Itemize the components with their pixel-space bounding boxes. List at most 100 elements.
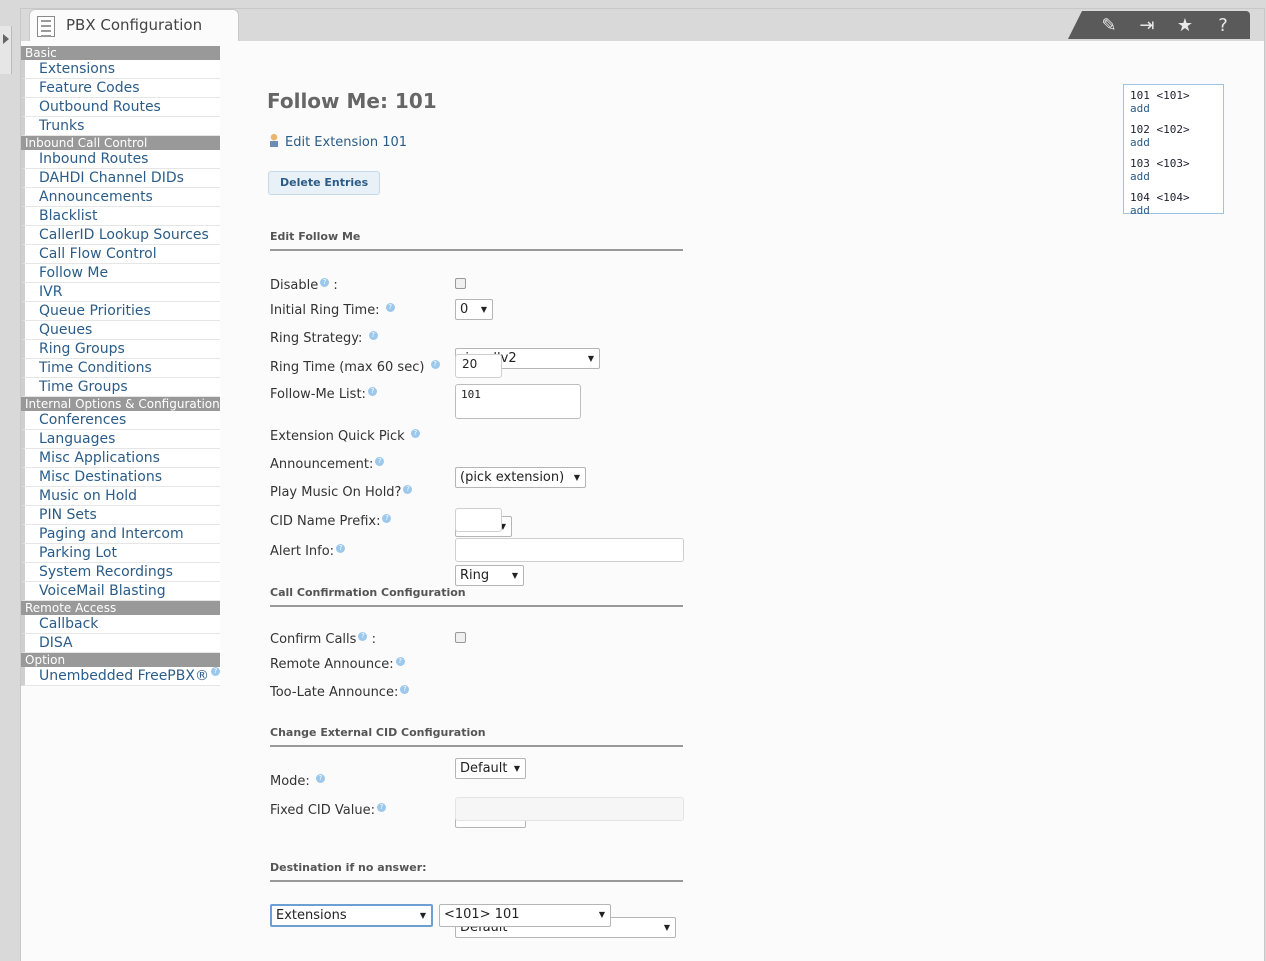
sidebar-item-ivr[interactable]: IVR: [21, 283, 220, 302]
help-icon[interactable]: ?: [320, 278, 330, 287]
help-icon[interactable]: ?: [382, 514, 392, 523]
initial-ring-select[interactable]: 0: [455, 299, 493, 320]
edit-icon[interactable]: ✎: [1095, 15, 1123, 36]
alert-info-input[interactable]: [455, 538, 684, 562]
sidebar-item-label: Paging and Intercom: [39, 526, 184, 542]
sidebar-item-label: Time Groups: [39, 379, 128, 395]
sidebar-item-follow-me[interactable]: Follow Me: [21, 264, 220, 283]
sidebar-item-unembedded-freepbx[interactable]: Unembedded FreePBX®?: [21, 667, 220, 686]
sidebar-item-call-flow-control[interactable]: Call Flow Control: [21, 245, 220, 264]
sidebar-item-languages[interactable]: Languages: [21, 430, 220, 449]
sidebar-item-callback[interactable]: Callback: [21, 615, 220, 634]
sidebar-item-label: Music on Hold: [39, 488, 138, 504]
help-icon[interactable]: ?: [395, 657, 405, 666]
ring-strategy-label: Ring Strategy: ?: [270, 331, 378, 346]
cid-prefix-label: CID Name Prefix:?: [270, 514, 392, 529]
sidebar-item-label: Conferences: [39, 412, 127, 428]
sidebar-item-time-conditions[interactable]: Time Conditions: [21, 359, 220, 378]
sidebar-section-header: Basic: [21, 46, 220, 60]
quick-pick-select[interactable]: (pick extension): [455, 467, 586, 488]
help-icon[interactable]: ?: [430, 360, 440, 369]
remote-announce-label: Remote Announce:?: [270, 657, 405, 672]
sidebar-item-ring-groups[interactable]: Ring Groups: [21, 340, 220, 359]
sidebar-item-label: Call Flow Control: [39, 246, 157, 262]
sidebar-item-feature-codes[interactable]: Feature Codes: [21, 79, 220, 98]
sidebar-item-time-groups[interactable]: Time Groups: [21, 378, 220, 397]
sidebar-item-queues[interactable]: Queues: [21, 321, 220, 340]
help-icon[interactable]: ?: [385, 303, 395, 312]
help-icon[interactable]: ?: [410, 429, 420, 438]
sidebar-item-voicemail-blasting[interactable]: VoiceMail Blasting: [21, 582, 220, 601]
extension-entry: 104 <104> add: [1130, 191, 1217, 217]
followme-list-label: Follow-Me List:?: [270, 387, 377, 402]
star-icon[interactable]: ★: [1171, 15, 1199, 36]
help-icon[interactable]: ?: [210, 667, 220, 676]
sidebar-item-misc-applications[interactable]: Misc Applications: [21, 449, 220, 468]
sidebar-item-misc-destinations[interactable]: Misc Destinations: [21, 468, 220, 487]
ring-time-label: Ring Time (max 60 sec) ?: [270, 360, 440, 375]
help-icon[interactable]: ?: [375, 457, 385, 466]
logout-icon[interactable]: ⇥: [1133, 15, 1161, 36]
ring-time-input[interactable]: 20: [455, 354, 502, 378]
remote-announce-select[interactable]: Default: [455, 758, 526, 779]
sidebar-item-trunks[interactable]: Trunks: [21, 117, 220, 136]
sidebar-item-dahdi-channel-dids[interactable]: DAHDI Channel DIDs: [21, 169, 220, 188]
disable-checkbox[interactable]: [455, 278, 466, 289]
help-icon[interactable]: ?: [315, 774, 325, 783]
help-icon[interactable]: ?: [336, 544, 346, 553]
sidebar-item-paging-and-intercom[interactable]: Paging and Intercom: [21, 525, 220, 544]
sidebar-item-label: Inbound Routes: [39, 151, 149, 167]
main-content: Follow Me: 101 Edit Extension 101 Delete…: [267, 89, 690, 938]
help-icon[interactable]: ?: [376, 803, 386, 812]
sidebar-item-label: DISA: [39, 635, 73, 651]
delete-entries-button[interactable]: Delete Entries: [268, 171, 381, 195]
help-icon[interactable]: ?: [1209, 15, 1237, 36]
followme-list-textarea[interactable]: 101: [455, 384, 581, 419]
sidebar-item-outbound-routes[interactable]: Outbound Routes: [21, 98, 220, 117]
extension-list: 101 <101> add 102 <102> add 103 <103> add 104 …: [1123, 84, 1224, 217]
help-icon[interactable]: ?: [400, 685, 410, 694]
add-extension-link[interactable]: add: [1130, 136, 1217, 149]
add-extension-link[interactable]: add: [1130, 102, 1217, 115]
edit-extension-link[interactable]: Edit Extension 101: [267, 133, 407, 150]
fixed-cid-input[interactable]: [455, 797, 684, 821]
confirm-calls-label: Confirm Calls? :: [270, 632, 376, 647]
sidebar-item-disa[interactable]: DISA: [21, 634, 220, 653]
mode-label: Mode: ?: [270, 774, 325, 789]
sidebar-item-label: Time Conditions: [39, 360, 152, 376]
help-icon[interactable]: ?: [403, 485, 413, 494]
add-extension-link[interactable]: add: [1130, 204, 1217, 217]
sidebar-item-callerid-lookup-sources[interactable]: CallerID Lookup Sources: [21, 226, 220, 245]
add-extension-link[interactable]: add: [1130, 170, 1217, 183]
cid-prefix-input[interactable]: [455, 508, 502, 532]
sidebar-nav: Basic Extensions Feature Codes Outbound Rou…: [21, 46, 220, 686]
help-icon[interactable]: ?: [367, 387, 377, 396]
extension-entry: 101 <101> add: [1130, 89, 1217, 115]
destination-type-select[interactable]: Extensions: [270, 904, 433, 927]
sidebar-item-queue-priorities[interactable]: Queue Priorities: [21, 302, 220, 321]
app-window: PBX Configuration ✎ ⇥ ★ ? Basic Extension…: [20, 8, 1265, 961]
help-icon[interactable]: ?: [358, 632, 368, 641]
extension-name: 103 <103>: [1130, 157, 1190, 170]
sidebar-item-pin-sets[interactable]: PIN Sets: [21, 506, 220, 525]
sidebar-collapse-tab[interactable]: [0, 26, 12, 74]
sidebar-item-system-recordings[interactable]: System Recordings: [21, 563, 220, 582]
sidebar-item-music-on-hold[interactable]: Music on Hold: [21, 487, 220, 506]
sidebar-item-inbound-routes[interactable]: Inbound Routes: [21, 150, 220, 169]
sidebar-item-label: PIN Sets: [39, 507, 97, 523]
sidebar-item-conferences[interactable]: Conferences: [21, 411, 220, 430]
page-title: Follow Me: 101: [267, 89, 437, 113]
sidebar-item-label: Ring Groups: [39, 341, 125, 357]
sidebar-item-parking-lot[interactable]: Parking Lot: [21, 544, 220, 563]
sidebar-section-header: Remote Access: [21, 601, 220, 615]
section-external-cid: Change External CID Configuration: [270, 726, 683, 747]
sidebar-item-extensions[interactable]: Extensions: [21, 60, 220, 79]
destination-target-select[interactable]: <101> 101: [439, 904, 611, 927]
sidebar-item-label: Parking Lot: [39, 545, 117, 561]
sidebar-item-label: CallerID Lookup Sources: [39, 227, 209, 243]
sidebar-item-blacklist[interactable]: Blacklist: [21, 207, 220, 226]
play-moh-select[interactable]: Ring: [455, 565, 524, 586]
help-icon[interactable]: ?: [368, 331, 378, 340]
confirm-calls-checkbox[interactable]: [455, 632, 466, 643]
sidebar-item-announcements[interactable]: Announcements: [21, 188, 220, 207]
